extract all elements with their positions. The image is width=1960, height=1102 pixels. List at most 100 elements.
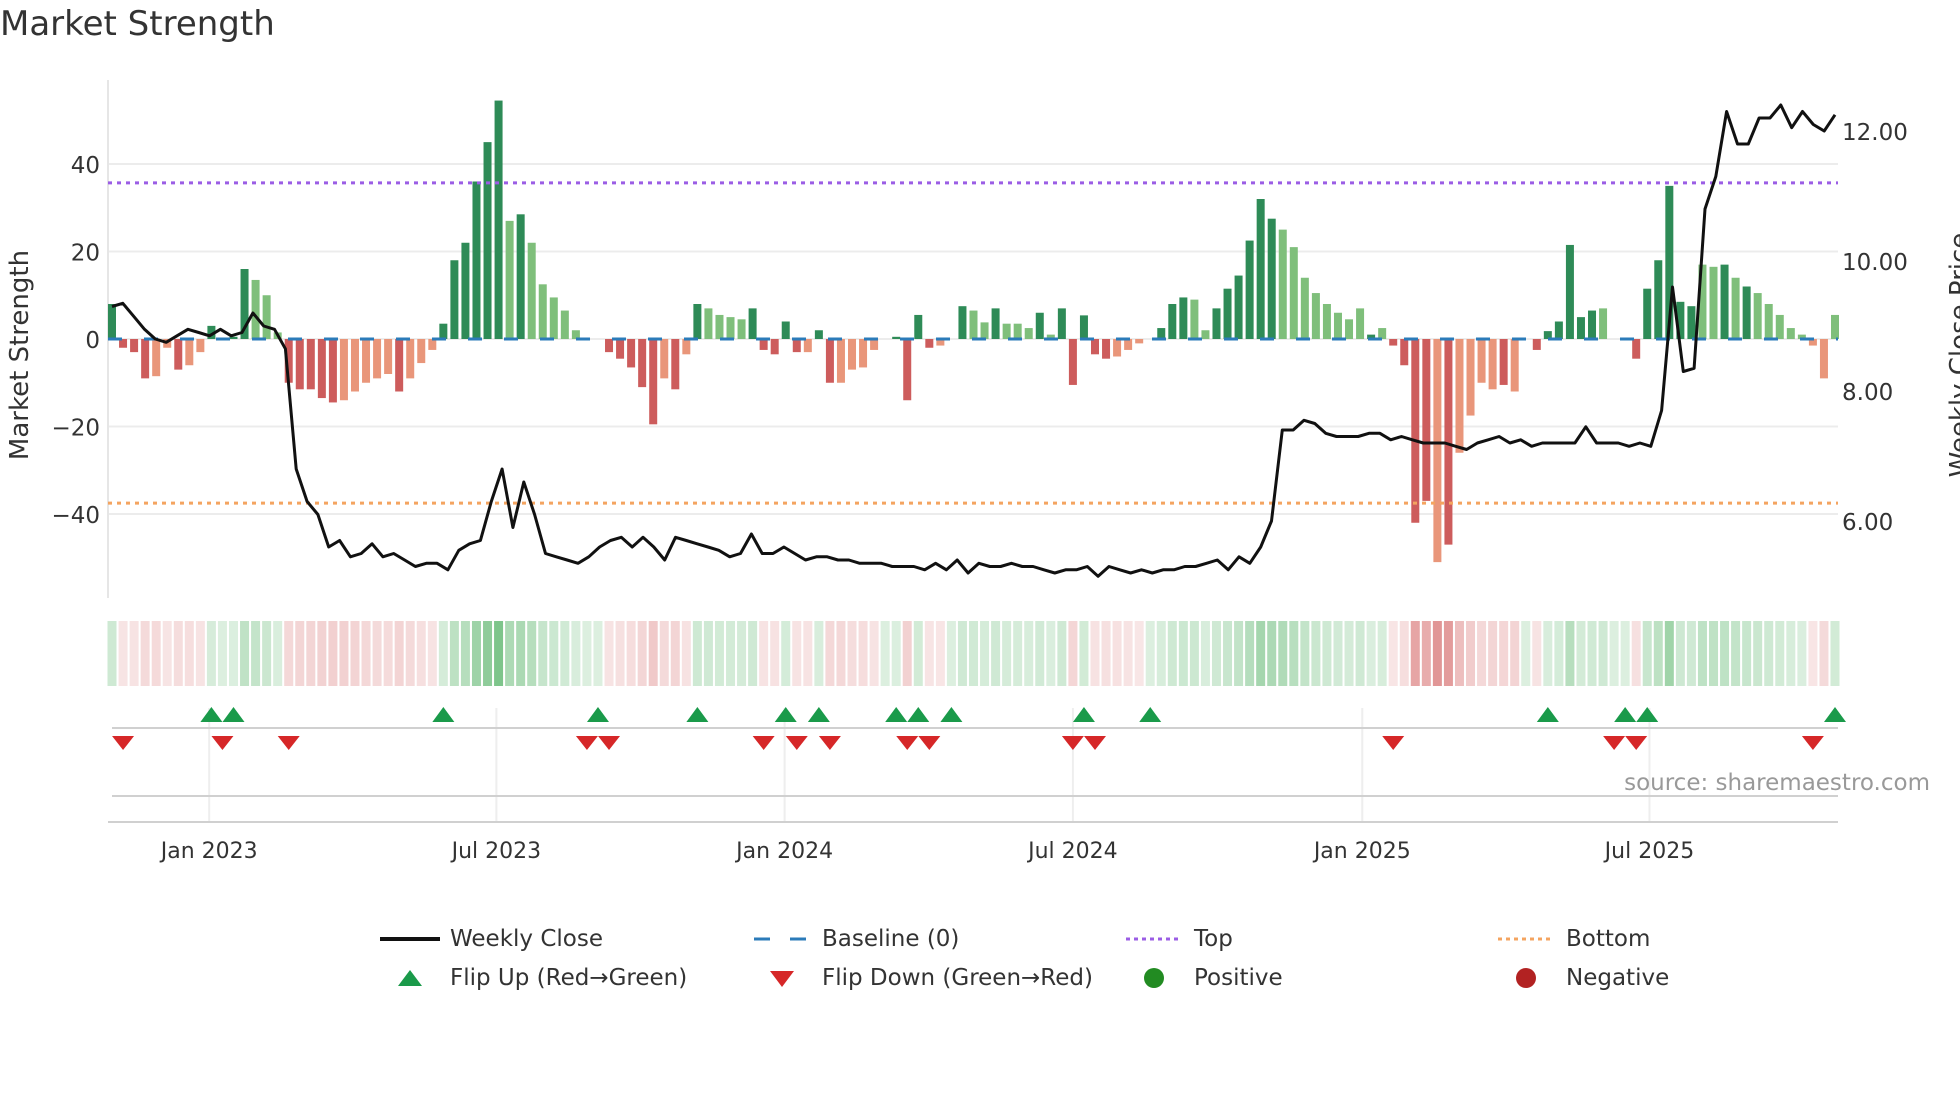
strength-bar xyxy=(903,339,912,401)
heat-strip-cell xyxy=(1642,621,1652,686)
strength-bar xyxy=(1819,339,1828,379)
line-icon xyxy=(380,929,440,949)
heat-strip-cell xyxy=(1819,621,1829,686)
legend-label: Negative xyxy=(1566,965,1670,991)
strength-bar xyxy=(792,339,801,353)
heat-strip-cell xyxy=(1333,621,1343,686)
heat-strip-cell xyxy=(1289,621,1299,686)
heat-strip-cell xyxy=(195,621,205,686)
strength-bar xyxy=(483,142,492,339)
flip-down-marker xyxy=(818,736,841,750)
flip-down-marker xyxy=(1603,736,1626,750)
flip-up-marker xyxy=(432,707,455,722)
strength-bar xyxy=(715,314,724,339)
strength-bar xyxy=(406,339,415,379)
strength-bar xyxy=(461,242,470,339)
strength-bar xyxy=(1068,339,1077,385)
heat-strip-cell xyxy=(980,621,990,686)
strength-bar xyxy=(1786,328,1795,339)
strength-bar xyxy=(1256,199,1265,339)
legend-label: Top xyxy=(1194,926,1233,952)
heat-strip-cell xyxy=(593,621,603,686)
strength-bar xyxy=(1831,314,1839,339)
heat-strip-cell xyxy=(847,621,857,686)
flip-down-marker xyxy=(277,736,300,750)
chart-canvas: −40 −20 0 20 40 6.00 8.00 10.00 12.00 Jan 2023 Jul… xyxy=(51,80,1908,864)
heat-strip-cell xyxy=(438,621,448,686)
strength-bar xyxy=(870,339,879,350)
flip-down-marker xyxy=(1625,736,1648,750)
y-tick-label: −40 xyxy=(51,503,100,529)
heat-strip-cell xyxy=(869,621,879,686)
heat-strip-cell xyxy=(1200,621,1210,686)
y-tick-label: −20 xyxy=(51,416,100,442)
strength-bar xyxy=(306,339,315,390)
heat-strip-cell xyxy=(1443,621,1453,686)
y-tick-label: 0 xyxy=(85,328,100,354)
heat-strip-cell xyxy=(1145,621,1155,686)
flip-down-marker xyxy=(1801,736,1824,750)
strength-bar xyxy=(892,336,901,339)
strength-bar xyxy=(748,308,757,339)
strength-bar xyxy=(1499,339,1508,385)
heat-strip-cell xyxy=(935,621,945,686)
heat-strip-cell xyxy=(1631,621,1641,686)
strength-bar xyxy=(737,319,746,339)
strength-bar xyxy=(384,339,393,374)
strength-bar xyxy=(1002,323,1011,339)
strength-bar xyxy=(1565,244,1574,339)
strength-bar xyxy=(1775,314,1784,339)
heat-strip-cell xyxy=(1355,621,1365,686)
strength-bar xyxy=(1057,308,1066,339)
flip-down-marker xyxy=(211,736,234,750)
heat-strip-cell xyxy=(118,621,128,686)
heat-strip-cell xyxy=(858,621,868,686)
strength-bar xyxy=(1157,328,1166,339)
strength-bar xyxy=(781,321,790,339)
triangle-down-icon xyxy=(752,968,812,988)
legend-top: Top xyxy=(1124,926,1233,952)
heat-strip-cell xyxy=(317,621,327,686)
flip-up-marker xyxy=(686,707,709,722)
heat-strip-cell xyxy=(206,621,216,686)
legend-label: Flip Down (Green→Red) xyxy=(822,965,1093,991)
heat-strip-cell xyxy=(1609,621,1619,686)
strength-bar xyxy=(616,339,625,359)
strength-bar xyxy=(1654,260,1663,339)
heat-strip-cell xyxy=(416,621,426,686)
heat-strip-cell xyxy=(1664,621,1674,686)
heat-strip-cell xyxy=(1742,621,1752,686)
heat-strip-cell xyxy=(1156,621,1166,686)
heat-strip-cell xyxy=(703,621,713,686)
strength-bar xyxy=(1389,339,1398,346)
heat-strip-cell xyxy=(306,621,316,686)
strength-bar xyxy=(1212,308,1221,339)
dotted-line-icon xyxy=(1124,929,1184,949)
strength-bar xyxy=(848,339,857,370)
heat-strip-cell xyxy=(1808,621,1818,686)
heat-strip-cell xyxy=(1112,621,1122,686)
heat-strip-cell xyxy=(1035,621,1045,686)
heat-strip-cell xyxy=(637,621,647,686)
strength-bar xyxy=(803,339,812,353)
strength-bar xyxy=(472,181,481,339)
heat-strip-cell xyxy=(350,621,360,686)
strength-bar xyxy=(980,322,989,339)
strength-bar xyxy=(560,310,569,339)
strength-bar xyxy=(1411,339,1420,523)
heat-strip-cell xyxy=(1245,621,1255,686)
strength-bar xyxy=(1300,277,1309,339)
strength-bar xyxy=(726,317,735,339)
heat-strip-cell xyxy=(1278,621,1288,686)
strength-bar xyxy=(1632,339,1641,359)
heat-strip-cell xyxy=(880,621,890,686)
strength-bar xyxy=(1720,264,1729,339)
heat-strip-cell xyxy=(1764,621,1774,686)
strength-bar xyxy=(1400,339,1409,366)
strength-bar xyxy=(1245,240,1254,339)
heat-strip-cell xyxy=(560,621,570,686)
strength-bar xyxy=(373,339,382,379)
heat-strip-cell xyxy=(792,621,802,686)
legend-label: Bottom xyxy=(1566,926,1651,952)
y2-tick-label: 10.00 xyxy=(1842,250,1908,276)
